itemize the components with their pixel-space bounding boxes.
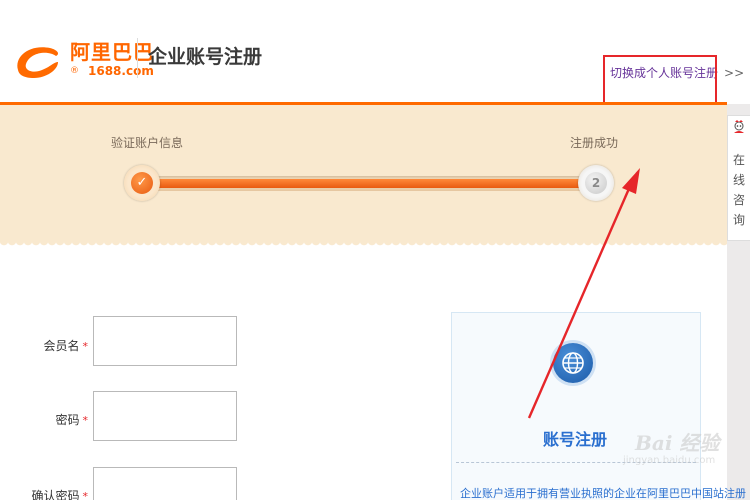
account-type-card: [451, 312, 701, 500]
online-consult-label: 在线咨询: [733, 153, 746, 227]
required-mark: *: [82, 414, 89, 427]
card-description: 企业账户适用于拥有营业执照的企业在阿里巴巴中国站注册: [460, 487, 746, 500]
card-dashed-divider: [456, 462, 696, 463]
step-2-label: 注册成功: [570, 136, 619, 150]
header: 阿里巴巴 ® 1688.com 企业账号注册 切换成个人账号注册 >>: [0, 0, 744, 112]
logo-domain-text: 1688.com: [88, 64, 154, 78]
alibaba-logo[interactable]: 阿里巴巴 ® 1688.com: [12, 34, 154, 86]
password-label-text: 密码: [55, 413, 80, 427]
progress-band: [0, 105, 727, 241]
header-divider: [137, 38, 138, 78]
member-name-input[interactable]: [93, 316, 237, 366]
password-input[interactable]: [93, 391, 237, 441]
confirm-password-input[interactable]: [93, 467, 237, 500]
step-2-number: 2: [585, 172, 607, 194]
member-name-label: 会员名 *: [30, 337, 88, 354]
double-chevron-right-icon: >>: [724, 66, 745, 80]
progress-band-scalloped-edge: [0, 241, 727, 249]
registration-page: 阿里巴巴 ® 1688.com 企业账号注册 切换成个人账号注册 >> 验证账户信…: [0, 0, 750, 500]
customer-service-icon: [734, 120, 744, 133]
member-name-label-text: 会员名: [43, 339, 80, 353]
globe-icon: [553, 343, 593, 383]
step-1-check-icon: ✓: [131, 172, 153, 194]
required-mark: *: [82, 340, 89, 353]
progress-track: [140, 176, 596, 191]
required-mark: *: [82, 490, 89, 500]
confirm-password-label: 确认密码 *: [30, 487, 88, 500]
step-1-label: 验证账户信息: [111, 136, 184, 150]
progress-fill: [140, 179, 596, 188]
confirm-password-label-text: 确认密码: [31, 489, 80, 500]
online-consult-tab[interactable]: 在线咨询: [727, 115, 750, 241]
alibaba-swoosh-icon: [17, 47, 58, 78]
card-title: 账号注册: [543, 430, 608, 449]
password-label: 密码 *: [30, 411, 88, 428]
logo-chinese-text: 阿里巴巴: [70, 40, 154, 64]
registered-mark: ®: [70, 66, 79, 76]
page-title: 企业账号注册: [148, 46, 263, 68]
